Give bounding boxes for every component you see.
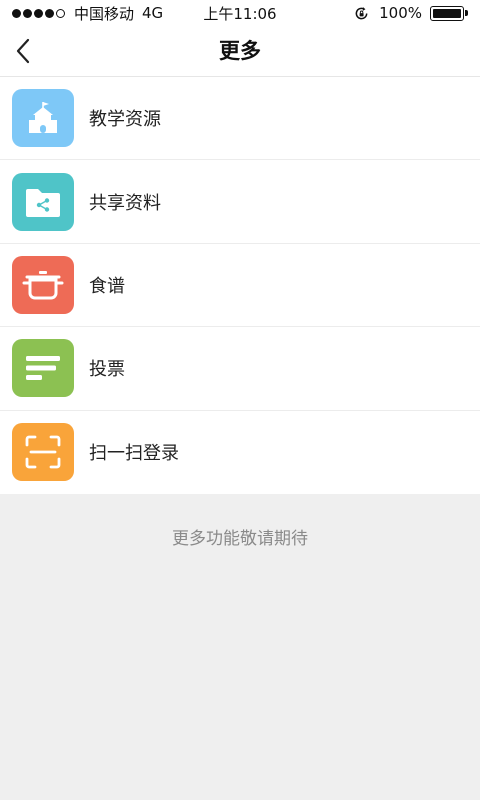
back-button[interactable] <box>8 34 38 68</box>
menu-item-recipes[interactable]: 食谱 <box>0 244 480 328</box>
menu-item-shared-materials[interactable]: 共享资料 <box>0 160 480 244</box>
signal-strength-icon <box>12 8 67 18</box>
menu-item-vote[interactable]: 投票 <box>0 327 480 411</box>
carrier-name: 中国移动 <box>74 4 135 23</box>
menu-item-label: 投票 <box>89 359 125 381</box>
rotation-lock-icon <box>355 6 368 19</box>
menu-item-label: 共享资料 <box>89 192 161 214</box>
battery-percent: 100% <box>379 4 422 22</box>
cooking-pot-icon <box>12 255 74 314</box>
status-left: 中国移动 4G <box>12 3 163 24</box>
network-type: 4G <box>142 4 164 22</box>
menu-item-label: 扫一扫登录 <box>89 443 179 465</box>
menu-list: 教学资源 共享资料 食谱 投票 扫一扫登录 <box>0 77 480 494</box>
status-bar: 中国移动 4G 上午11:06 100% <box>0 0 480 26</box>
menu-item-teaching-resources[interactable]: 教学资源 <box>0 77 480 161</box>
vote-list-icon <box>12 339 74 398</box>
menu-item-label: 食谱 <box>89 275 125 297</box>
navigation-bar: 更多 <box>0 26 480 77</box>
menu-item-scan-login[interactable]: 扫一扫登录 <box>0 411 480 494</box>
scan-icon <box>12 423 74 482</box>
shared-folder-icon <box>12 172 74 231</box>
status-time: 上午11:06 <box>203 4 277 23</box>
battery-icon <box>430 5 468 21</box>
coming-soon-note: 更多功能敬请期待 <box>172 529 308 549</box>
school-icon <box>12 89 74 148</box>
chevron-left-icon <box>16 38 30 64</box>
status-right: 100% <box>354 4 468 22</box>
menu-item-label: 教学资源 <box>89 109 161 131</box>
page-title: 更多 <box>219 39 261 63</box>
